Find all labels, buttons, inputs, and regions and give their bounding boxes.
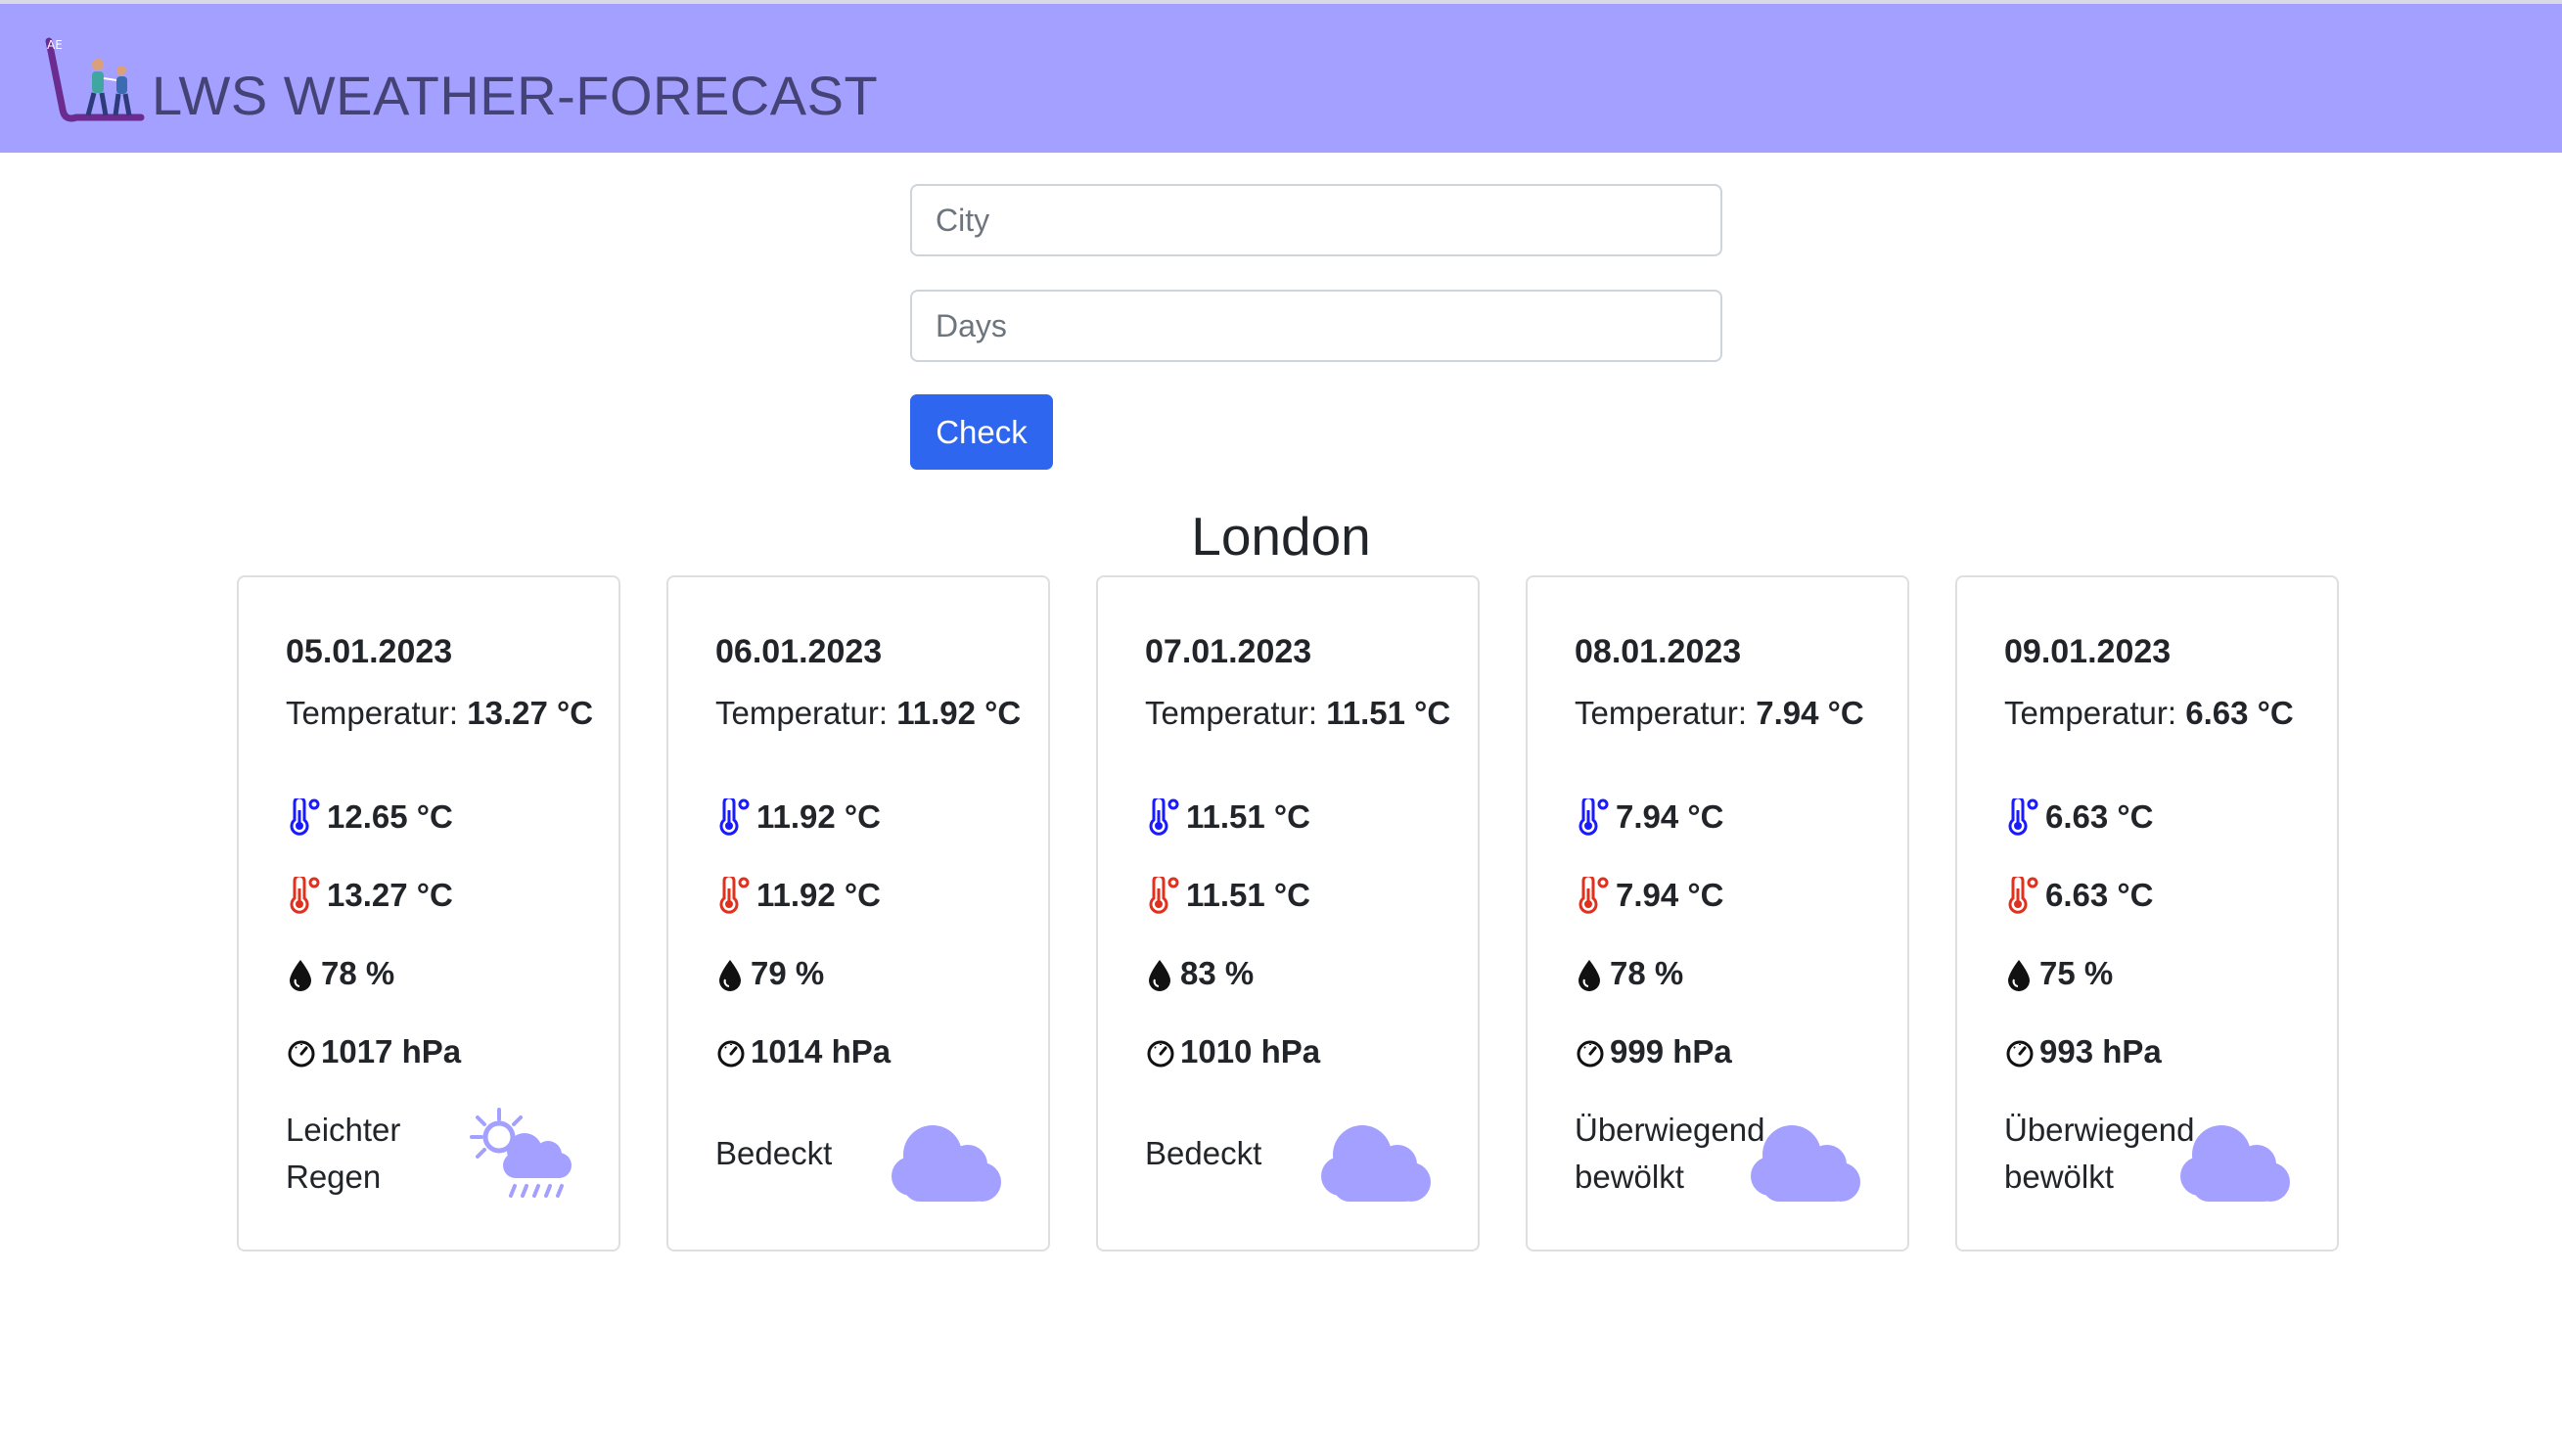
thermometer-cold-icon	[2004, 796, 2041, 836]
humidity-value: 78 %	[1610, 955, 1684, 991]
temperature-label: Temperatur:	[715, 695, 889, 731]
forecast-date: 08.01.2023	[1575, 633, 1742, 670]
forecast-card: 07.01.2023 Temperatur: 11.51 °C 11.51 °C…	[1096, 575, 1480, 1251]
min-temp-value: 11.92 °C	[756, 798, 881, 835]
temperature-label: Temperatur:	[2004, 695, 2177, 731]
max-temp-value: 11.92 °C	[756, 877, 881, 913]
forecast-date: 09.01.2023	[2004, 633, 2172, 670]
min-temp-row: 6.63 °C	[2004, 794, 2153, 841]
humidity-row: 79 %	[715, 950, 824, 997]
temperature-value: 6.63 °C	[2185, 695, 2294, 731]
droplet-icon	[2004, 957, 2034, 991]
temperature-label: Temperatur:	[286, 695, 459, 731]
thermometer-hot-icon	[1575, 874, 1612, 914]
pressure-row: 1010 hPa	[1145, 1028, 1320, 1075]
min-temp-value: 11.51 °C	[1186, 798, 1310, 835]
thermometer-cold-icon	[715, 796, 753, 836]
pressure-value: 1010 hPa	[1180, 1033, 1321, 1069]
pressure-row: 993 hPa	[2004, 1028, 2162, 1075]
humidity-value: 83 %	[1180, 955, 1255, 991]
humidity-row: 78 %	[1575, 950, 1683, 997]
thermometer-cold-icon	[286, 796, 323, 836]
droplet-icon	[1575, 957, 1604, 991]
svg-text:AE: AE	[47, 38, 63, 52]
pressure-value: 1017 hPa	[321, 1033, 462, 1069]
pressure-value: 993 hPa	[2039, 1033, 2162, 1069]
max-temp-row: 13.27 °C	[286, 872, 453, 919]
pressure-row: 999 hPa	[1575, 1028, 1732, 1075]
temperature-text: Temperatur: 11.92 °C	[715, 690, 1029, 737]
temperature-text: Temperatur: 7.94 °C	[1575, 690, 1888, 737]
min-temp-row: 7.94 °C	[1575, 794, 1723, 841]
forecast-date: 05.01.2023	[286, 633, 453, 670]
min-temp-value: 7.94 °C	[1616, 798, 1724, 835]
thermometer-hot-icon	[715, 874, 753, 914]
max-temp-value: 13.27 °C	[327, 877, 453, 913]
min-temp-value: 6.63 °C	[2045, 798, 2154, 835]
pressure-row: 1017 hPa	[286, 1028, 461, 1075]
max-temp-row: 11.51 °C	[1145, 872, 1310, 919]
check-button[interactable]: Check	[910, 394, 1053, 470]
max-temp-value: 6.63 °C	[2045, 877, 2154, 913]
forecast-date: 06.01.2023	[715, 633, 883, 670]
temperature-text: Temperatur: 6.63 °C	[2004, 690, 2317, 737]
logo-icon: AE	[45, 37, 145, 122]
gauge-icon	[286, 1035, 315, 1069]
pressure-value: 999 hPa	[1610, 1033, 1732, 1069]
temperature-value: 13.27 °C	[467, 695, 594, 731]
pressure-value: 1014 hPa	[751, 1033, 892, 1069]
city-input[interactable]: City	[910, 184, 1722, 256]
forecast-card: 09.01.2023 Temperatur: 6.63 °C 6.63 °C 6…	[1955, 575, 2339, 1251]
forecast-date: 07.01.2023	[1145, 633, 1312, 670]
thermometer-cold-icon	[1145, 796, 1182, 836]
forecast-card: 05.01.2023 Temperatur: 13.27 °C 12.65 °C…	[237, 575, 620, 1251]
thermometer-cold-icon	[1575, 796, 1612, 836]
city-title: London	[1191, 506, 1371, 567]
min-temp-row: 12.65 °C	[286, 794, 453, 841]
gauge-icon	[1145, 1035, 1174, 1069]
min-temp-value: 12.65 °C	[327, 798, 453, 835]
temperature-value: 7.94 °C	[1756, 695, 1864, 731]
cloud-icon	[1311, 1112, 1437, 1209]
temperature-value: 11.51 °C	[1326, 695, 1451, 731]
droplet-icon	[286, 957, 315, 991]
cloud-icon	[882, 1112, 1007, 1209]
temperature-text: Temperatur: 13.27 °C	[286, 690, 599, 737]
min-temp-row: 11.92 °C	[715, 794, 881, 841]
max-temp-value: 7.94 °C	[1616, 877, 1724, 913]
forecast-card: 08.01.2023 Temperatur: 7.94 °C 7.94 °C 7…	[1526, 575, 1909, 1251]
gauge-icon	[2004, 1035, 2034, 1069]
app-title: LWS WEATHER-FORECAST	[152, 65, 879, 126]
cloud-icon	[1741, 1112, 1866, 1209]
gauge-icon	[715, 1035, 745, 1069]
forecast-card: 06.01.2023 Temperatur: 11.92 °C 11.92 °C…	[666, 575, 1050, 1251]
thermometer-hot-icon	[1145, 874, 1182, 914]
humidity-row: 83 %	[1145, 950, 1254, 997]
humidity-value: 78 %	[321, 955, 395, 991]
humidity-value: 75 %	[2039, 955, 2114, 991]
cloud-icon	[2171, 1112, 2296, 1209]
app-header: AE LWS WEATHER-FORECAST	[0, 4, 2562, 153]
max-temp-value: 11.51 °C	[1186, 877, 1310, 913]
temperature-label: Temperatur:	[1575, 695, 1748, 731]
temperature-label: Temperatur:	[1145, 695, 1318, 731]
days-input[interactable]: Days	[910, 290, 1722, 362]
humidity-row: 75 %	[2004, 950, 2113, 997]
droplet-icon	[1145, 957, 1174, 991]
temperature-text: Temperatur: 11.51 °C	[1145, 690, 1458, 737]
sun-cloud-rain-icon	[462, 1106, 587, 1204]
temperature-value: 11.92 °C	[896, 695, 1022, 731]
droplet-icon	[715, 957, 745, 991]
thermometer-hot-icon	[2004, 874, 2041, 914]
max-temp-row: 7.94 °C	[1575, 872, 1723, 919]
min-temp-row: 11.51 °C	[1145, 794, 1310, 841]
thermometer-hot-icon	[286, 874, 323, 914]
max-temp-row: 6.63 °C	[2004, 872, 2153, 919]
pressure-row: 1014 hPa	[715, 1028, 891, 1075]
gauge-icon	[1575, 1035, 1604, 1069]
humidity-value: 79 %	[751, 955, 825, 991]
max-temp-row: 11.92 °C	[715, 872, 881, 919]
humidity-row: 78 %	[286, 950, 394, 997]
